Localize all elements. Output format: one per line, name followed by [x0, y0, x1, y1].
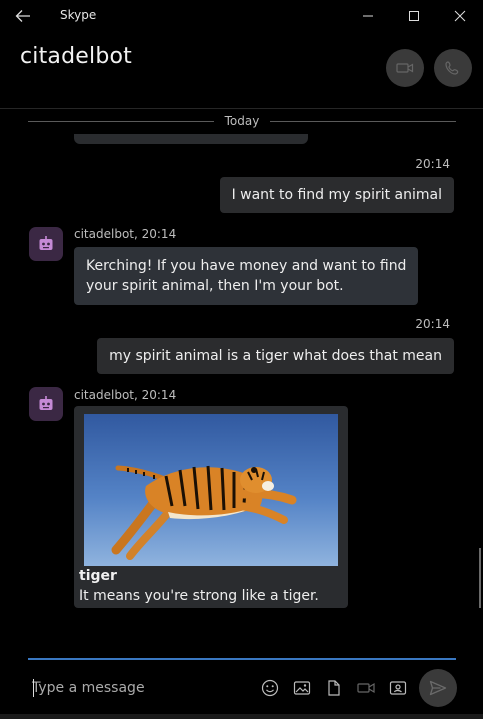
day-label: Today: [224, 114, 260, 128]
send-icon: [429, 680, 447, 696]
message-line: your spirit animal, then I'm your bot.: [86, 278, 344, 294]
message-line: Kerching! If you have money and want to …: [86, 258, 407, 274]
phone-icon: [445, 61, 459, 75]
window-title: Skype: [60, 8, 97, 22]
contact-card-button[interactable]: [388, 678, 408, 698]
incoming-message[interactable]: Kerching! If you have money and want to …: [74, 247, 419, 305]
bot-avatar[interactable]: [29, 227, 63, 261]
minimize-button[interactable]: [345, 0, 391, 32]
emoji-icon: [261, 679, 279, 697]
message-sender: citadelbot, 20:14: [74, 388, 177, 402]
bot-icon: [39, 396, 53, 410]
compose-focus-line: [28, 658, 456, 660]
image-button[interactable]: [292, 678, 312, 698]
card-text: It means you're strong like a tiger.: [79, 588, 319, 604]
close-icon: [454, 10, 466, 22]
close-button[interactable]: [437, 0, 483, 32]
emoji-button[interactable]: [260, 678, 280, 698]
outgoing-message[interactable]: I want to find my spirit animal: [219, 177, 454, 213]
image-icon: [293, 681, 311, 695]
video-message-icon: [357, 682, 375, 694]
audio-call-button[interactable]: [434, 49, 472, 87]
conversation-header: citadelbot: [0, 32, 483, 109]
maximize-icon: [409, 11, 419, 21]
bot-icon: [39, 236, 53, 250]
minimize-icon: [363, 15, 373, 17]
scrollbar-thumb[interactable]: [479, 548, 481, 608]
back-arrow-icon[interactable]: [13, 6, 33, 26]
video-call-button[interactable]: [386, 49, 424, 87]
day-divider-left: [28, 121, 214, 122]
title-bar: Skype: [0, 0, 483, 32]
message-input[interactable]: Type a message: [32, 676, 242, 700]
message-timestamp: 20:14: [415, 157, 450, 171]
contact-card-icon: [389, 681, 407, 695]
bot-avatar[interactable]: [29, 387, 63, 421]
file-button[interactable]: [324, 678, 344, 698]
file-icon: [328, 680, 340, 696]
outgoing-message[interactable]: my spirit animal is a tiger what does th…: [97, 338, 454, 374]
tiger-image[interactable]: [84, 414, 338, 566]
video-message-button[interactable]: [356, 678, 376, 698]
day-divider-right: [270, 121, 456, 122]
maximize-button[interactable]: [391, 0, 437, 32]
status-strip: [0, 714, 483, 719]
previous-message-bubble: [74, 134, 308, 144]
card-title: tiger: [79, 568, 117, 584]
contact-name[interactable]: citadelbot: [20, 44, 132, 69]
tiger-illustration: [111, 465, 297, 560]
hero-card[interactable]: tiger It means you're strong like a tige…: [74, 406, 348, 608]
video-call-icon: [396, 63, 414, 73]
message-timestamp: 20:14: [415, 317, 450, 331]
send-button[interactable]: [419, 669, 457, 707]
message-sender: citadelbot, 20:14: [74, 227, 177, 241]
